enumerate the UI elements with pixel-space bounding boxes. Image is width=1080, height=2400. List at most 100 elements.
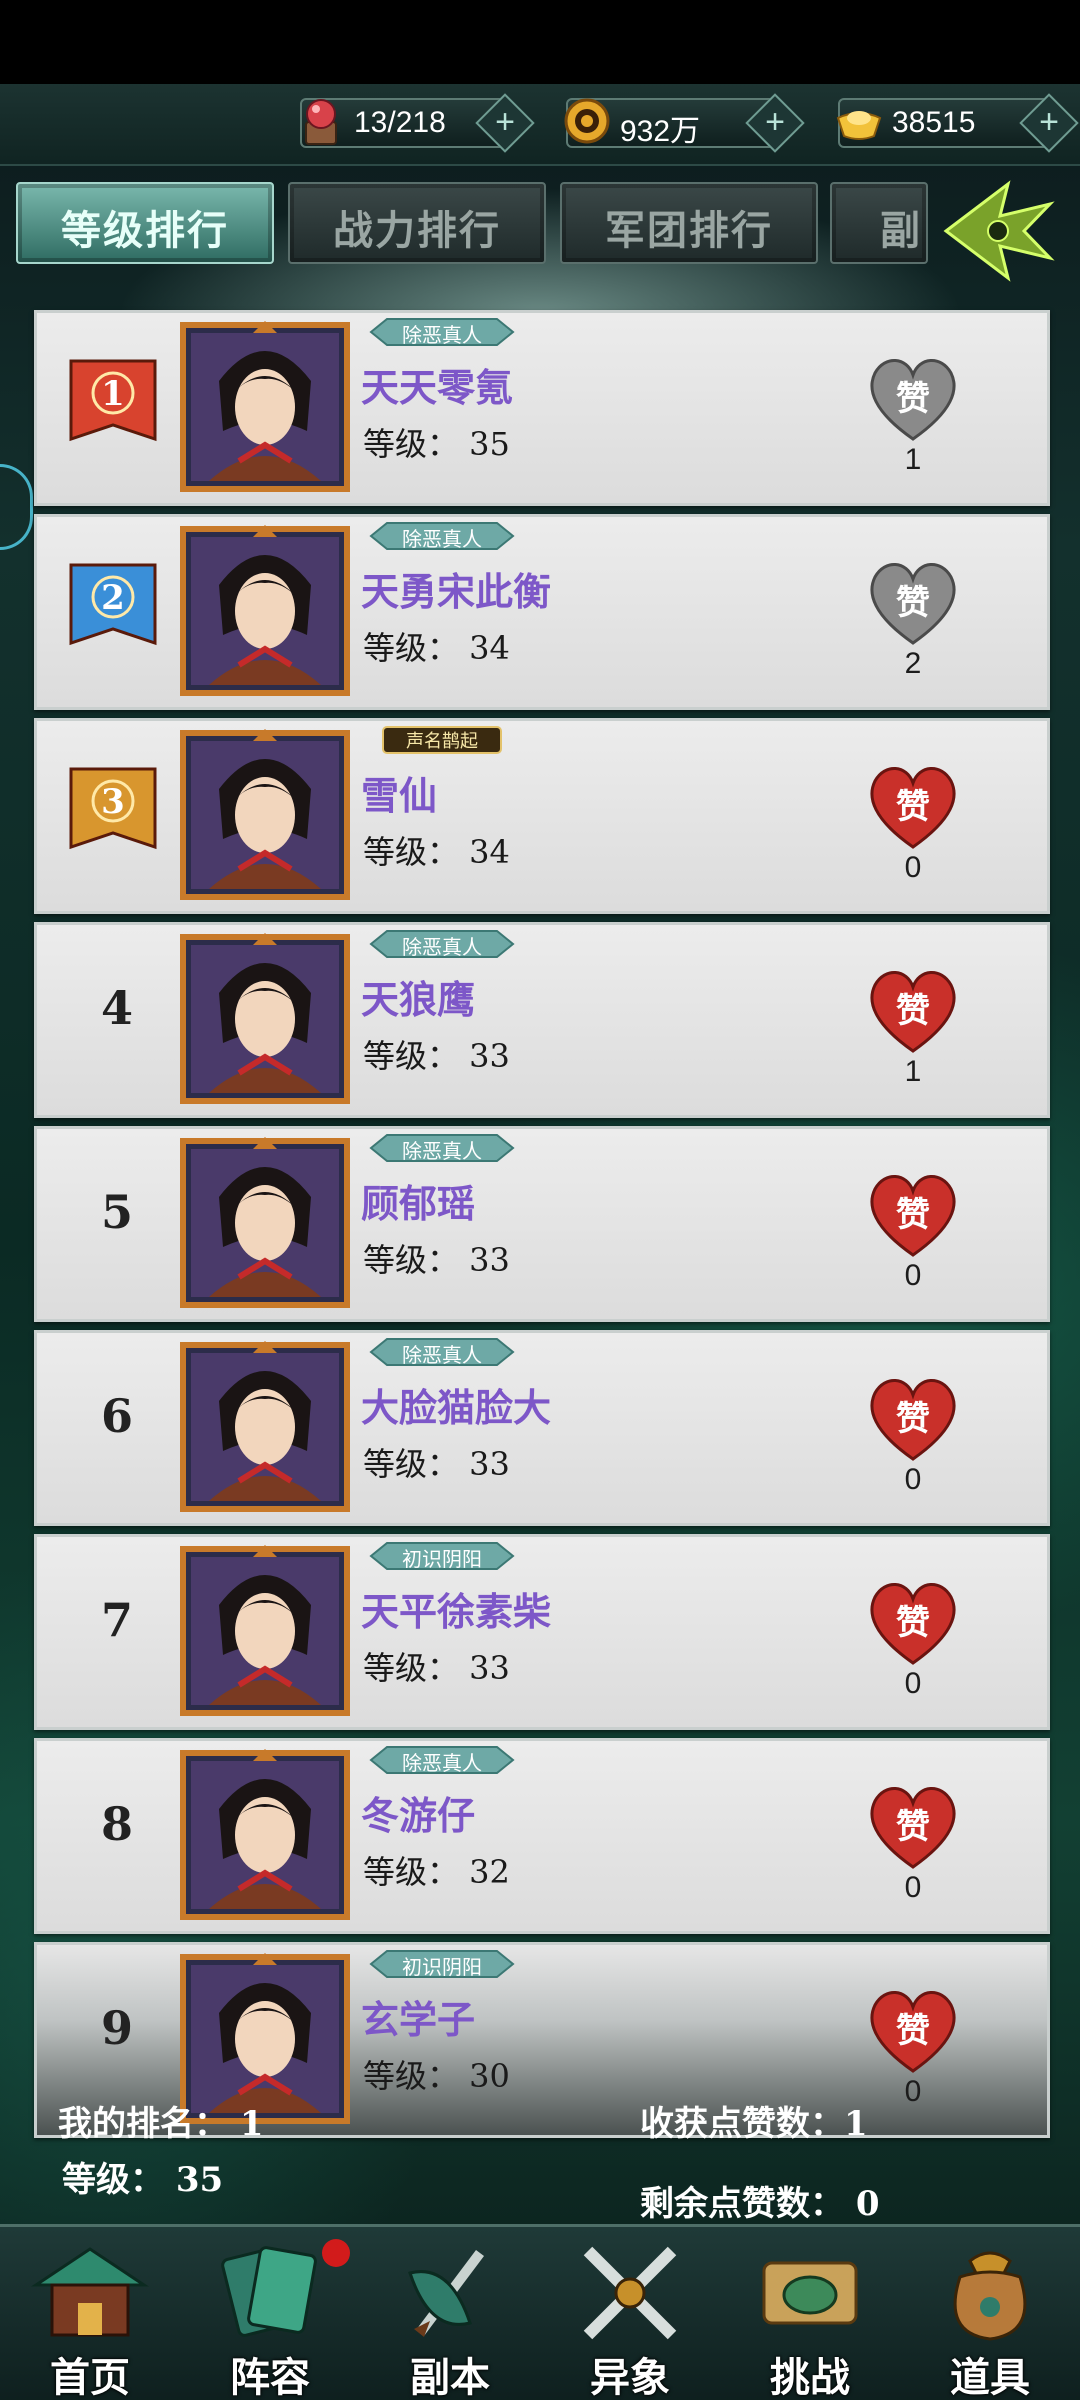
stamina-resource: 13/218 + (300, 93, 535, 153)
ingot-value: 38515 (892, 106, 976, 139)
like-button[interactable]: 赞 (863, 353, 963, 443)
player-name: 雪仙 (361, 773, 438, 818)
like-button[interactable]: 赞 (863, 557, 963, 647)
avatar[interactable] (179, 933, 351, 1105)
coin-value: 932万 (620, 115, 701, 148)
like-count: 0 (904, 1871, 922, 1904)
stamina-value: 13/218 (354, 106, 446, 139)
received-likes-text: 收获点赞数：1 (640, 2104, 868, 2144)
player-level: 等级： 33 (363, 1445, 510, 1483)
player-name: 玄学子 (361, 1997, 476, 2042)
player-level: 等级： 33 (363, 1649, 510, 1687)
player-name: 天狼鹰 (361, 977, 476, 1022)
remaining-likes-text: 剩余点赞数： 0 (640, 2184, 880, 2224)
ranking-row[interactable]: 4 除恶真人 天狼鹰 等级： 33 赞 1 (34, 922, 1050, 1118)
like-count: 2 (904, 647, 922, 680)
tab-dungeon-ranking[interactable]: 副 (830, 182, 928, 264)
coin-icon (564, 98, 610, 144)
player-name: 天勇宋此衡 (361, 569, 552, 614)
like-button[interactable]: 赞 (863, 1169, 963, 1259)
like-count: 1 (904, 443, 922, 476)
ranking-row[interactable]: 8 除恶真人 冬游仔 等级： 32 赞 0 (34, 1738, 1050, 1934)
title-badge: 初识阴阳 (367, 1949, 517, 1979)
player-name: 天天零氪 (361, 365, 514, 410)
nav-challenge[interactable]: 挑战 (720, 2227, 900, 2400)
avatar[interactable] (179, 1137, 351, 1309)
phenomenon-icon (583, 2246, 677, 2340)
player-level: 等级： 35 (363, 425, 510, 463)
rank-flag-icon: 1 (69, 359, 157, 442)
rank-flag-icon: 3 (69, 767, 157, 850)
avatar[interactable] (179, 729, 351, 901)
bottom-nav: 首页 阵容 副本 异象 挑战 道具 (0, 2224, 1080, 2400)
tab-power-ranking[interactable]: 战力排行 (288, 182, 546, 264)
avatar[interactable] (179, 321, 351, 493)
tab-level-ranking[interactable]: 等级排行 (16, 182, 274, 264)
like-count: 1 (904, 1055, 922, 1088)
nav-items[interactable]: 道具 (900, 2227, 1080, 2400)
like-button[interactable]: 赞 (863, 1781, 963, 1871)
rank-number: 9 (100, 2001, 133, 2055)
add-coin-button[interactable]: + (745, 93, 805, 153)
ranking-row[interactable]: 6 除恶真人 大脸猫脸大 等级： 33 赞 0 (34, 1330, 1050, 1526)
coin-resource: 932万 + (564, 93, 805, 153)
player-level: 等级： 33 (363, 1037, 510, 1075)
ranking-row[interactable]: 1 除恶真人 天天零氪 等级： 35 赞 1 (34, 310, 1050, 506)
rank-number: 2 (101, 578, 125, 618)
rank-number: 3 (101, 782, 125, 822)
title-badge: 除恶真人 (367, 1133, 517, 1163)
ranking-row[interactable]: 5 除恶真人 顾郁瑶 等级： 33 赞 0 (34, 1126, 1050, 1322)
title-badge: 除恶真人 (367, 521, 517, 551)
my-rank-text: 我的排名： 1 (58, 2104, 264, 2144)
nav-dungeon[interactable]: 副本 (360, 2227, 540, 2400)
like-button[interactable]: 赞 (863, 965, 963, 1055)
title-badge: 初识阴阳 (367, 1541, 517, 1571)
title-badge: 除恶真人 (367, 929, 517, 959)
rank-number: 6 (100, 1389, 133, 1443)
add-stamina-button[interactable]: + (475, 93, 535, 153)
status-bar-area (0, 0, 1080, 84)
ranking-row[interactable]: 2 除恶真人 天勇宋此衡 等级： 34 赞 2 (34, 514, 1050, 710)
player-level: 等级： 34 (363, 629, 510, 667)
items-icon (953, 2251, 1027, 2341)
avatar[interactable] (179, 1341, 351, 1513)
tab-legion-ranking[interactable]: 军团排行 (560, 182, 818, 264)
player-level: 等级： 33 (363, 1241, 510, 1279)
ingot-icon (836, 111, 882, 140)
like-count: 0 (904, 1463, 922, 1496)
like-count: 0 (904, 1667, 922, 1700)
my-level-text: 等级： 35 (62, 2160, 224, 2200)
player-level: 等级： 34 (363, 833, 510, 871)
ranking-row[interactable]: 7 初识阴阳天平徐素柴等级： 33 赞 0 (34, 1534, 1050, 1730)
back-arrow-icon[interactable] (938, 176, 1058, 286)
player-name: 天平徐素柴 (361, 1589, 552, 1634)
nav-phenomenon[interactable]: 异象 (540, 2227, 720, 2400)
player-name: 冬游仔 (361, 1793, 476, 1838)
side-edge-handle[interactable] (0, 464, 33, 550)
resource-bar: 13/218 + 932万 + 38515 + (0, 84, 1080, 166)
ranking-tabs: 等级排行 战力排行 军团排行 副 (0, 182, 1080, 282)
avatar[interactable] (179, 525, 351, 697)
like-button[interactable]: 赞 (863, 761, 963, 851)
lineup-notification-dot (322, 2239, 350, 2267)
like-button[interactable]: 赞 (863, 1373, 963, 1463)
avatar[interactable] (179, 1749, 351, 1921)
avatar[interactable] (179, 1545, 351, 1717)
add-ingot-button[interactable]: + (1019, 93, 1079, 153)
challenge-icon (762, 2261, 858, 2325)
lineup-icon (221, 2246, 317, 2337)
nav-home[interactable]: 首页 (0, 2227, 180, 2400)
rank-number: 7 (100, 1593, 133, 1647)
title-badge: 除恶真人 (367, 317, 517, 347)
title-badge: 声名鹊起 (367, 725, 517, 755)
rank-flag-icon: 2 (69, 563, 157, 646)
title-badge: 除恶真人 (367, 1337, 517, 1367)
stamina-icon (305, 99, 337, 145)
rank-number: 5 (100, 1185, 133, 1239)
rank-number: 8 (100, 1797, 133, 1851)
ranking-screen: 13/218 + 932万 + 38515 + 等级排行 战力排行 军团排行 副… (0, 84, 1080, 2400)
ranking-row[interactable]: 3 声名鹊起 雪仙 等级： 34 赞 0 (34, 718, 1050, 914)
like-button[interactable]: 赞 (863, 1577, 963, 1667)
like-count: 0 (904, 1259, 922, 1292)
like-button[interactable]: 赞 (863, 1985, 963, 2075)
